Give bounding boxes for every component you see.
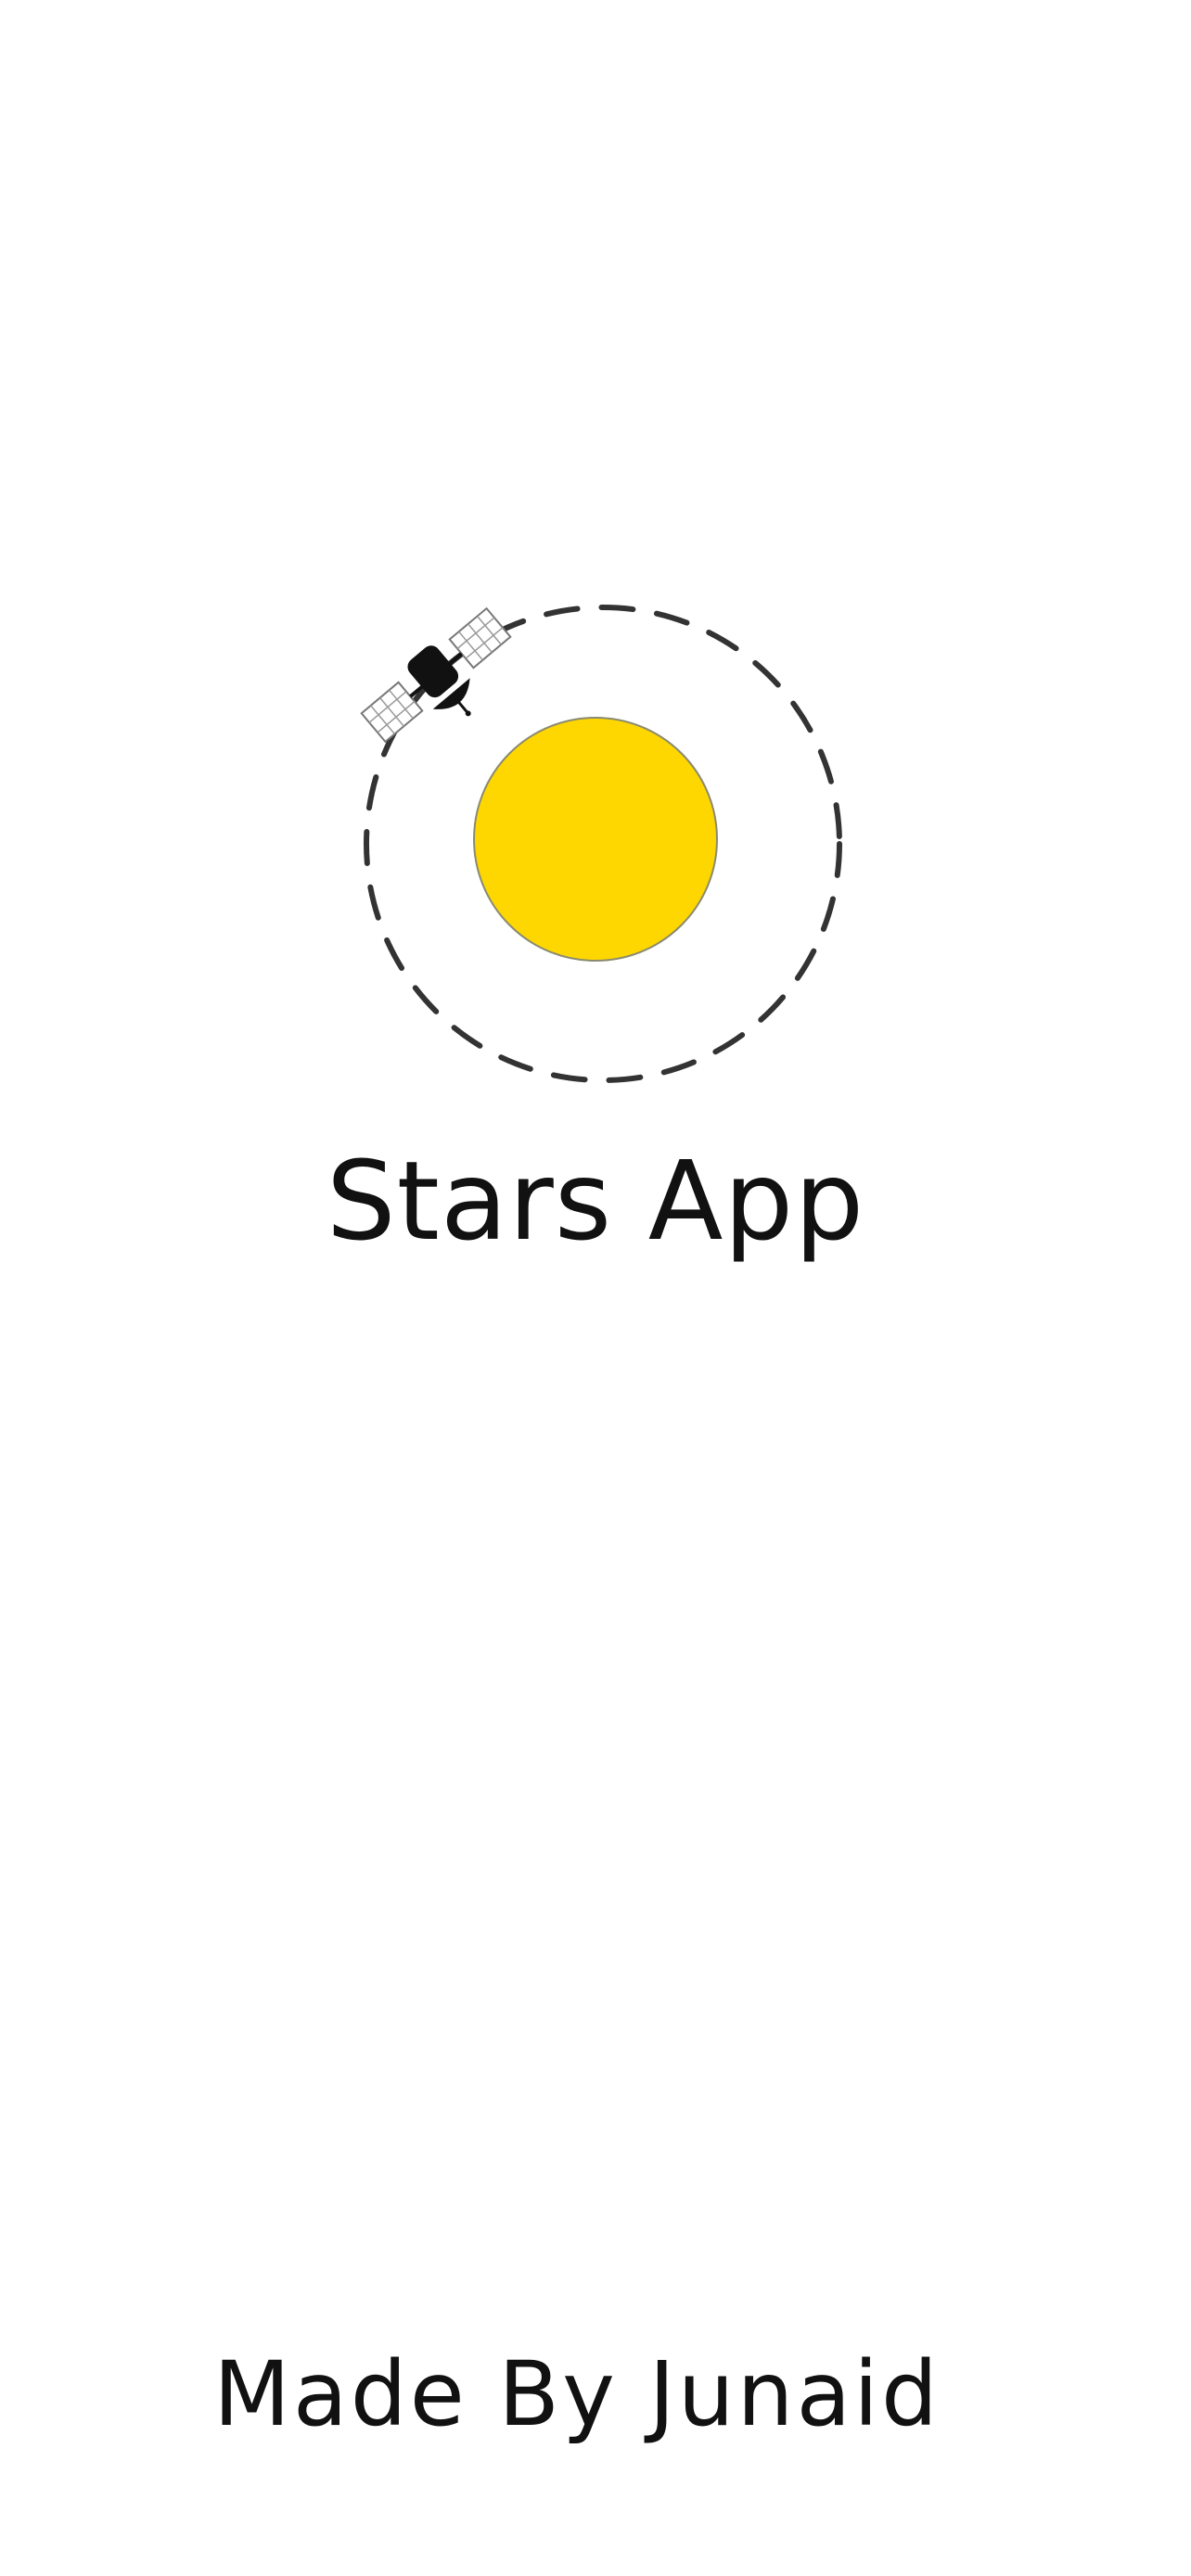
app-title: Stars App	[326, 1137, 865, 1265]
satellite-left-panel	[360, 681, 424, 744]
app-logo	[315, 575, 890, 1150]
sun-icon	[473, 717, 718, 962]
splash-screen: Stars App Made By Junaid	[0, 0, 1191, 2576]
logo-graphic	[360, 605, 842, 1083]
credit-text: Made By Junaid	[213, 2342, 941, 2446]
